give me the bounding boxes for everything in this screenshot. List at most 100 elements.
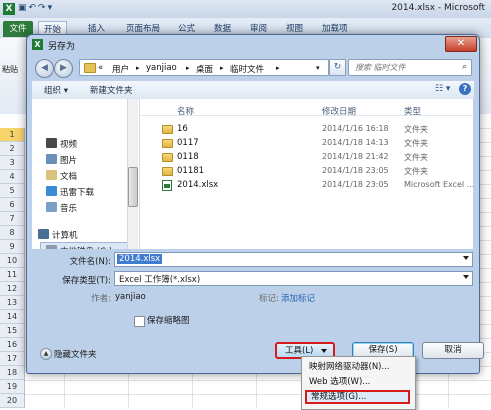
save-thumbnail-label[interactable]: 保存缩略图: [147, 314, 190, 326]
chevron-down-icon[interactable]: [463, 275, 469, 279]
search-box[interactable]: ⌕: [348, 59, 472, 76]
tab-insert[interactable]: 插入: [88, 22, 105, 34]
video-icon: [46, 138, 57, 148]
author-label: 作者:: [91, 294, 111, 304]
chevron-down-icon: [321, 349, 327, 353]
tab-formulas[interactable]: 公式: [178, 22, 195, 34]
filetype-select[interactable]: Excel 工作簿(*.xlsx): [114, 271, 473, 286]
row-header[interactable]: 3: [0, 156, 24, 170]
file-type: 文件夹: [404, 125, 428, 134]
back-button[interactable]: ◀: [35, 59, 54, 78]
command-toolbar: 组织 ▾ 新建文件夹 ☷ ▾ ?: [32, 80, 474, 100]
file-date: 2014/1/18 21:42: [322, 152, 389, 161]
row-header[interactable]: 6: [0, 198, 24, 212]
file-row[interactable]: 2014.xlsx 2014/1/18 23:05 Microsoft Excel …: [140, 179, 475, 193]
row-header[interactable]: 15: [0, 324, 24, 338]
row-header[interactable]: 1: [0, 128, 24, 142]
row-header[interactable]: 12: [0, 282, 24, 296]
save-as-dialog: X 另存为 ✕ ◀ ▶ « 用户 ▸ yanjiao ▸ 桌面 ▸ 临时文件 ▸…: [26, 34, 484, 374]
row-header[interactable]: 11: [0, 268, 24, 282]
refresh-icon: ↻: [333, 62, 342, 72]
row-header[interactable]: 17: [0, 352, 24, 366]
row-header[interactable]: 18: [0, 366, 24, 380]
file-row[interactable]: 16 2014/1/16 16:18 文件夹: [140, 123, 473, 137]
tab-data[interactable]: 数据: [214, 22, 231, 34]
menu-item-map-network-drive[interactable]: 映射网络驱动器(N)...: [305, 360, 410, 374]
tab-view[interactable]: 视图: [286, 22, 303, 34]
row-header[interactable]: 9: [0, 240, 24, 254]
breadcrumb-yanjiao[interactable]: yanjiao: [146, 63, 177, 73]
folder-icon: [162, 125, 173, 134]
nav-item-label: 迅雷下载: [60, 188, 95, 198]
file-date: 2014/1/18 23:05: [322, 180, 389, 189]
arrow-right-icon: ▶: [60, 63, 67, 73]
tab-review[interactable]: 审阅: [250, 22, 267, 34]
document-icon: [46, 170, 57, 180]
filename-label: 文件名(N):: [69, 257, 111, 267]
quick-access-toolbar[interactable]: ▣↶↷▾: [18, 3, 54, 13]
breadcrumb-desktop[interactable]: 桌面: [196, 63, 213, 75]
filename-field[interactable]: 2014.xlsx: [114, 252, 473, 267]
download-icon: [46, 186, 57, 196]
file-name: 0117: [177, 138, 199, 148]
row-header[interactable]: 10: [0, 254, 24, 268]
breadcrumb-separator-icon[interactable]: ▸: [186, 64, 190, 72]
breadcrumb-separator-icon[interactable]: ▸: [220, 64, 224, 72]
breadcrumb-users[interactable]: 用户: [112, 63, 129, 75]
address-dropdown-icon[interactable]: ▾: [316, 64, 320, 72]
filename-value: 2014.xlsx: [117, 254, 163, 264]
search-input[interactable]: [355, 63, 455, 72]
organize-button[interactable]: 组织 ▾: [44, 84, 68, 96]
hide-folders-button[interactable]: 隐藏文件夹: [54, 348, 97, 360]
author-value[interactable]: yanjiao: [115, 292, 146, 302]
computer-icon: [38, 229, 49, 239]
file-type: Microsoft Excel ...: [404, 180, 475, 189]
row-header[interactable]: 4: [0, 170, 24, 184]
view-options-icon[interactable]: ☷ ▾: [435, 84, 450, 94]
row-header[interactable]: 19: [0, 380, 24, 394]
help-icon[interactable]: ?: [459, 83, 471, 95]
tab-page-layout[interactable]: 页面布局: [126, 22, 160, 34]
row-header[interactable]: 5: [0, 184, 24, 198]
file-name: 2014.xlsx: [177, 180, 219, 190]
file-type: 文件夹: [404, 167, 428, 176]
dialog-title-bar[interactable]: [27, 35, 479, 55]
menu-item-web-options[interactable]: Web 选项(W)...: [305, 375, 410, 389]
breadcrumb-temp-files[interactable]: 临时文件: [230, 63, 264, 75]
row-header[interactable]: 20: [0, 394, 24, 408]
arrow-left-icon: ◀: [41, 63, 48, 73]
breadcrumb-separator-icon[interactable]: ▸: [276, 64, 280, 72]
file-row[interactable]: 01181 2014/1/18 23:05 文件夹: [140, 165, 473, 179]
file-date: 2014/1/18 23:05: [322, 166, 389, 175]
nav-scrollbar-thumb[interactable]: [128, 167, 138, 207]
address-bar[interactable]: « 用户 ▸ yanjiao ▸ 桌面 ▸ 临时文件 ▸ ▾: [79, 59, 329, 76]
row-header[interactable]: 2: [0, 142, 24, 156]
file-name: 0118: [177, 152, 199, 162]
forward-button[interactable]: ▶: [54, 59, 73, 78]
file-row[interactable]: 0118 2014/1/18 21:42 文件夹: [140, 151, 473, 165]
breadcrumb-overflow[interactable]: «: [98, 63, 103, 73]
folder-icon: [162, 167, 173, 176]
tab-addins[interactable]: 加载项: [322, 22, 348, 34]
file-type: 文件夹: [404, 153, 428, 162]
save-thumbnail-checkbox[interactable]: [134, 316, 145, 327]
row-header[interactable]: 8: [0, 226, 24, 240]
new-folder-button[interactable]: 新建文件夹: [90, 84, 133, 96]
row-headers: 1 2 3 4 5 6 7 8 9 10 11 12 13 14 15 16 17 18 19 20: [0, 128, 25, 408]
paste-button[interactable]: 粘贴: [2, 64, 18, 75]
tags-value[interactable]: 添加标记: [281, 292, 315, 304]
row-header[interactable]: 16: [0, 338, 24, 352]
row-header[interactable]: 7: [0, 212, 24, 226]
chevron-up-icon[interactable]: ▲: [40, 348, 52, 360]
cancel-button[interactable]: 取消: [422, 342, 484, 359]
breadcrumb-separator-icon[interactable]: ▸: [136, 64, 140, 72]
row-header[interactable]: 13: [0, 296, 24, 310]
file-row[interactable]: 0117 2014/1/18 14:13 文件夹: [140, 137, 473, 151]
chevron-down-icon[interactable]: [463, 256, 469, 260]
refresh-button[interactable]: ↻: [329, 59, 346, 76]
menu-item-general-options[interactable]: 常规选项(G)...: [305, 390, 410, 404]
row-header[interactable]: 14: [0, 310, 24, 324]
folder-icon: [84, 63, 96, 73]
close-button[interactable]: ✕: [445, 36, 477, 52]
nav-item-label: 音乐: [60, 204, 78, 214]
